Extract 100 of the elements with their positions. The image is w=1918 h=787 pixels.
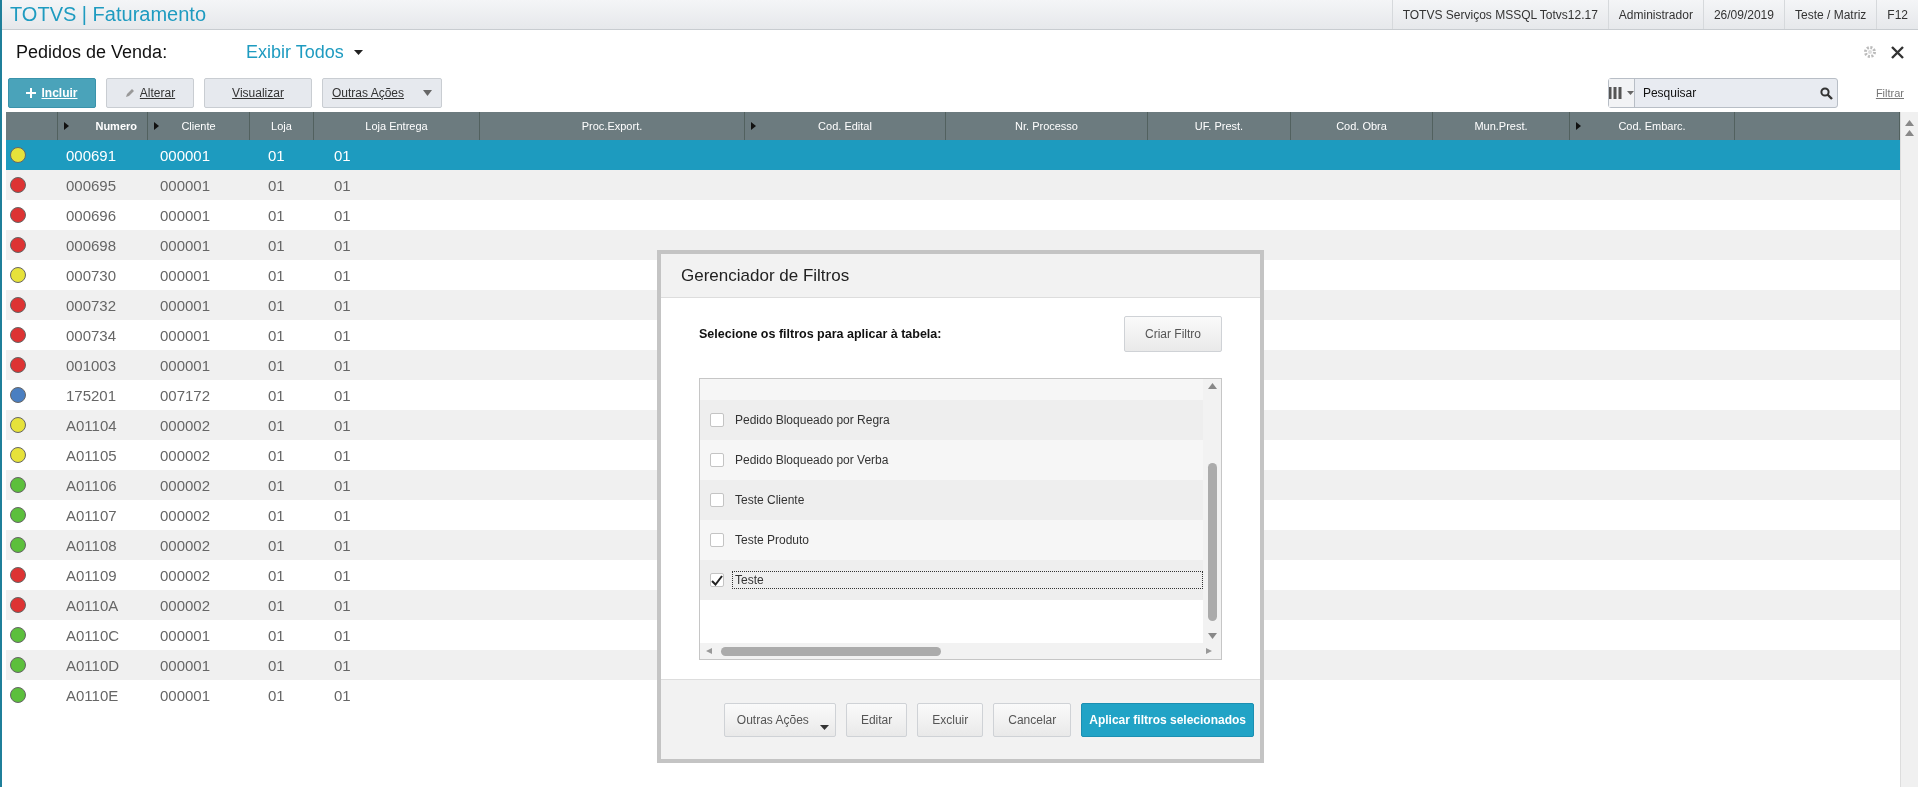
scroll-left-icon[interactable]: [706, 648, 715, 654]
table-cell-text: A01109: [65, 566, 118, 584]
table-cell-text: 01: [267, 386, 286, 404]
edit-button[interactable]: Alterar: [106, 78, 194, 108]
caret-icon: [819, 724, 829, 730]
caret-icon: [423, 90, 432, 96]
search-icon[interactable]: [1819, 86, 1833, 100]
status-item: Administrador: [1607, 0, 1703, 29]
scrollbar[interactable]: [1203, 379, 1221, 643]
table-cell-text: 01: [333, 326, 352, 344]
table-cell-text: 01: [267, 266, 286, 284]
table-cell-text: 01: [333, 596, 352, 614]
table-cell-text: 01: [333, 446, 352, 464]
table-cell-text: A0110D: [65, 656, 121, 674]
table-cell-text: 01: [267, 506, 286, 524]
table-cell-text: 01: [333, 296, 352, 314]
table-cell-text: 01: [267, 236, 286, 254]
filter-label[interactable]: Teste: [732, 571, 1203, 589]
status-item: Teste / Matriz: [1783, 0, 1877, 29]
settings-icon[interactable]: [1863, 45, 1877, 59]
filter-link[interactable]: Filtrar: [1875, 87, 1904, 99]
sort-caret-icon: [1576, 122, 1581, 130]
filter-label[interactable]: Pedido Bloqueado por Verba: [732, 451, 892, 469]
table-cell-text: 01: [267, 626, 286, 644]
dialog-button[interactable]: Cancelar: [993, 702, 1072, 737]
filter-label[interactable]: Teste Produto: [732, 531, 813, 549]
scroll-top-icon[interactable]: [1905, 120, 1914, 126]
dialog-prompt: Selecione os filtros para aplicar à tabela:: [699, 327, 942, 341]
table-cell-text: 01: [333, 176, 352, 194]
scroll-up-icon[interactable]: [1207, 383, 1217, 389]
table-cell-text: 01: [267, 476, 286, 494]
table-cell-text: 01: [333, 626, 352, 644]
table-cell-text: 01: [333, 416, 352, 434]
table-cell-text: 000730: [65, 266, 118, 284]
table-cell-text: A0110E: [65, 686, 120, 704]
table-cell-text: 000698: [65, 236, 118, 254]
dialog-title: Gerenciador de Filtros: [681, 265, 850, 286]
table-cell-text: 01: [333, 536, 352, 554]
table-cell-text: A01104: [65, 416, 118, 434]
table-cell-text: 01: [267, 446, 286, 464]
table-cell-text: 01: [333, 386, 352, 404]
table-cell-text: 000001: [159, 296, 212, 314]
more-actions-button[interactable]: Outras Ações: [322, 78, 442, 108]
table-cell-text: 01: [333, 236, 352, 254]
table-cell-text: 000691: [65, 146, 118, 164]
table-cell-text: 01: [267, 686, 286, 704]
table-cell-text: A0110C: [65, 626, 121, 644]
table-cell-text: 01: [267, 566, 286, 584]
table-cell-text: 175201: [65, 386, 118, 404]
checkbox[interactable]: [710, 573, 724, 587]
app-title: TOTVS | Faturamento: [9, 3, 206, 26]
table-cell-text: 000001: [159, 686, 212, 704]
table-cell-text: A01106: [65, 476, 118, 494]
page-title: Pedidos de Venda:: [16, 41, 169, 63]
table-cell-text: 000001: [159, 206, 212, 224]
table-cell-text: 01: [333, 686, 352, 704]
table-cell-text: 000001: [159, 146, 212, 164]
table-cell-text: 01: [267, 176, 286, 194]
apply-filters-button[interactable]: Aplicar filtros selecionados: [1081, 702, 1254, 737]
scroll-up-icon[interactable]: [1905, 130, 1914, 136]
view-selector[interactable]: Exibir Todos: [246, 41, 363, 63]
pencil-icon: [124, 88, 135, 98]
horizontal-scrollbar[interactable]: [700, 643, 1221, 659]
search-bar[interactable]: Pesquisar: [1607, 78, 1838, 108]
status-item: 26/09/2019: [1702, 0, 1784, 29]
search-field[interactable]: Pesquisar: [1634, 79, 1806, 107]
close-icon[interactable]: [1891, 45, 1904, 59]
filter-label[interactable]: Pedido Bloqueado por Regra: [732, 411, 893, 429]
dialog-button[interactable]: Excluir: [917, 702, 984, 737]
sort-caret-icon: [64, 122, 69, 130]
table-cell-text: 000002: [159, 506, 212, 524]
table-cell-text: 01: [267, 536, 286, 554]
create-filter-button[interactable]: Criar Filtro: [1124, 316, 1222, 352]
table-cell-text: A01107: [65, 506, 118, 524]
include-button[interactable]: Incluir: [8, 78, 96, 108]
filter-label[interactable]: Teste Cliente: [732, 491, 808, 509]
table-cell-text: 000732: [65, 296, 118, 314]
column-selector-button[interactable]: [1608, 79, 1635, 107]
columns-icon: [1608, 86, 1623, 100]
scrollbar[interactable]: [1900, 112, 1918, 787]
table-cell-text: 000002: [159, 566, 212, 584]
table-cell-text: 01: [333, 566, 352, 584]
table-cell-text: 01: [267, 206, 286, 224]
status-item: TOTVS Serviços MSSQL Totvs12.17: [1391, 0, 1608, 29]
table-cell-text: 01: [267, 296, 286, 314]
table-cell-text: 000002: [159, 596, 212, 614]
table-cell-text: 000001: [159, 176, 212, 194]
caret-icon: [1626, 91, 1634, 95]
dialog-button[interactable]: Editar: [845, 702, 908, 737]
table-cell-text: 01: [267, 596, 286, 614]
table-cell-text: 01: [333, 206, 352, 224]
view-button[interactable]: Visualizar: [204, 78, 312, 108]
scroll-down-icon[interactable]: [1207, 633, 1217, 639]
table-cell-text: 01: [333, 356, 352, 374]
table-cell-text: 01: [267, 416, 286, 434]
table-cell-text: A0110A: [65, 596, 120, 614]
more-actions-button[interactable]: Outras Ações: [723, 702, 836, 737]
table-cell-text: 01: [333, 506, 352, 524]
table-cell-text: A01108: [65, 536, 118, 554]
table-cell-text: 000002: [159, 476, 212, 494]
